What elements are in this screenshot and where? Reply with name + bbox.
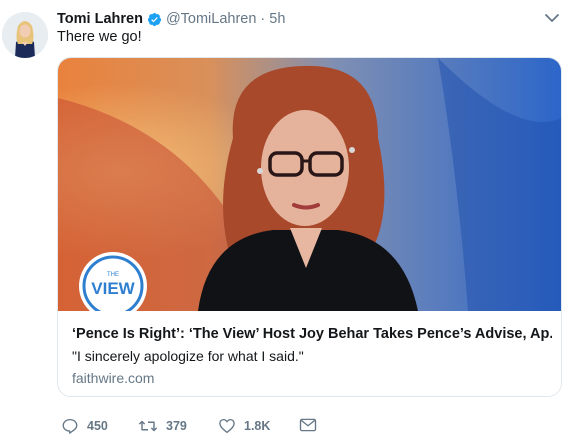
- reply-button[interactable]: 450: [61, 417, 108, 435]
- link-card[interactable]: THE VIEW ‘Pence Is Right’: ‘The View’ Ho…: [57, 57, 562, 397]
- display-name[interactable]: Tomi Lahren: [57, 11, 143, 27]
- avatar-image: [2, 12, 48, 58]
- logo-small-text: THE: [107, 272, 119, 278]
- direct-message-icon: [299, 418, 317, 432]
- like-count: 1.8K: [244, 419, 271, 433]
- reply-count: 450: [87, 419, 108, 433]
- tweet: Tomi Lahren @TomiLahren · 5h There we go…: [0, 0, 570, 446]
- reply-icon: [62, 418, 78, 434]
- logo-text: VIEW: [91, 279, 135, 298]
- like-icon: [219, 418, 235, 434]
- retweet-button[interactable]: 379: [138, 417, 187, 435]
- tweet-text: There we go!: [57, 29, 142, 45]
- user-handle[interactable]: @TomiLahren: [166, 11, 256, 27]
- chevron-down-icon[interactable]: [543, 11, 561, 25]
- like-button[interactable]: 1.8K: [218, 417, 270, 435]
- direct-message-button[interactable]: [299, 417, 317, 433]
- tweet-header: Tomi Lahren @TomiLahren · 5h: [57, 9, 285, 29]
- card-description: "I sincerely apologize for what I said.": [72, 348, 304, 364]
- verified-badge-icon: [147, 12, 162, 27]
- timestamp[interactable]: 5h: [269, 11, 285, 27]
- avatar[interactable]: [2, 12, 48, 58]
- separator-dot: ·: [260, 11, 266, 27]
- card-title[interactable]: ‘Pence Is Right’: ‘The View’ Host Joy Be…: [72, 326, 552, 342]
- retweet-count: 379: [166, 419, 187, 433]
- card-image: THE VIEW: [58, 58, 561, 311]
- card-domain[interactable]: faithwire.com: [72, 370, 154, 386]
- retweet-icon: [138, 420, 158, 432]
